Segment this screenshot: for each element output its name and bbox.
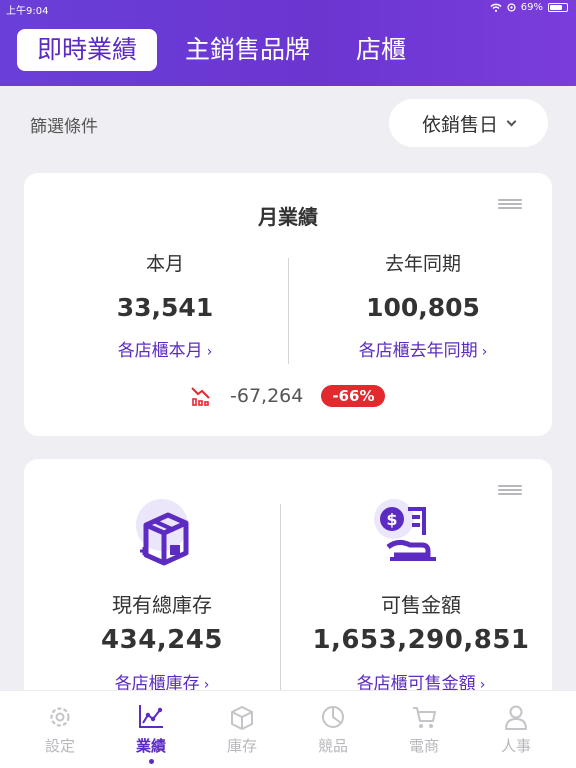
trend-icon — [139, 705, 163, 728]
current-month-link[interactable]: 各店櫃本月 › — [62, 336, 268, 361]
gear-icon — [50, 707, 70, 727]
stock-value: 434,245 — [101, 625, 223, 655]
sellable-amount-label: 可售金額 — [381, 593, 461, 617]
chevron-right-icon: › — [206, 344, 213, 360]
pie-chart-icon — [322, 706, 344, 728]
nav-inventory[interactable]: 庫存 — [196, 703, 288, 756]
svg-text:$: $ — [386, 510, 397, 529]
nav-competitors-label: 競品 — [317, 737, 348, 755]
last-year-link-label: 各店櫃去年同期 — [358, 341, 478, 361]
nav-ecommerce[interactable]: 電商 — [378, 703, 470, 756]
nav-inventory-label: 庫存 — [226, 737, 257, 755]
battery-percent: 69% — [520, 2, 543, 13]
stock-column: 現有總庫存 434,245 各店櫃庫存 › — [44, 589, 280, 694]
difference-row: -67,264 -66% — [190, 385, 386, 407]
monthly-sales-card: 月業績 本月 33,541 各店櫃本月 › 去年同期 100,805 各店櫃去年同… — [24, 173, 552, 436]
current-month-link-label: 各店櫃本月 — [117, 341, 203, 361]
nav-sales-label: 業績 — [135, 737, 166, 755]
stock-label: 現有總庫存 — [112, 593, 212, 617]
filter-label: 篩選條件 — [30, 117, 98, 137]
chevron-down-icon — [506, 116, 517, 126]
last-year-column: 去年同期 100,805 各店櫃去年同期 › — [308, 249, 538, 361]
sellable-amount-money-icon: $ — [374, 499, 436, 561]
person-icon — [505, 705, 527, 730]
inventory-box-icon — [136, 499, 189, 566]
active-indicator-dot — [148, 759, 154, 764]
divider — [288, 258, 289, 364]
sort-dropdown-value: 依銷售日 — [421, 113, 498, 136]
nav-sales[interactable]: 業績 — [105, 703, 197, 764]
current-month-value: 33,541 — [116, 293, 214, 322]
current-month-column: 本月 33,541 各店櫃本月 › — [62, 249, 268, 361]
status-bar: 上午9:04 69% — [0, 0, 576, 17]
tab-counters[interactable]: 店櫃 — [338, 29, 424, 71]
nav-settings-label: 設定 — [44, 737, 75, 755]
status-time: 上午9:04 — [6, 6, 49, 17]
card-title: 月業績 — [258, 205, 318, 229]
battery-icon — [548, 3, 568, 12]
location-lock-icon — [507, 3, 516, 12]
last-year-value: 100,805 — [366, 293, 480, 322]
sort-dropdown[interactable]: 依銷售日 — [389, 99, 548, 147]
status-indicators: 69% — [490, 2, 568, 13]
nav-personnel-label: 人事 — [500, 737, 531, 755]
current-month-label: 本月 — [145, 253, 184, 275]
cart-icon — [413, 707, 436, 728]
top-tabs: 即時業績 主銷售品牌 店櫃 — [17, 29, 424, 71]
chevron-right-icon: › — [481, 344, 488, 360]
bottom-navigation: 設定 業績 庫存 競品 電商 人事 — [0, 690, 576, 768]
nav-settings[interactable]: 設定 — [14, 703, 106, 756]
tab-main-brands[interactable]: 主銷售品牌 — [167, 29, 328, 71]
sellable-amount-value: 1,653,290,851 — [312, 625, 530, 655]
sellable-amount-column: 可售金額 1,653,290,851 各店櫃可售金額 › — [290, 589, 552, 694]
difference-value: -67,264 — [230, 385, 304, 407]
top-header: 上午9:04 69% 即時業績 主銷售品牌 店櫃 — [0, 0, 576, 86]
difference-percent-badge: -66% — [321, 385, 386, 407]
tab-realtime-sales[interactable]: 即時業績 — [17, 29, 158, 71]
box-icon — [231, 706, 253, 730]
nav-ecommerce-label: 電商 — [408, 737, 439, 755]
nav-competitors[interactable]: 競品 — [287, 703, 379, 756]
trend-down-icon — [191, 387, 210, 406]
nav-personnel[interactable]: 人事 — [470, 703, 562, 756]
last-year-label: 去年同期 — [384, 253, 461, 275]
wifi-icon — [490, 3, 502, 12]
drag-handle-icon[interactable] — [498, 485, 522, 495]
last-year-link[interactable]: 各店櫃去年同期 › — [308, 336, 538, 361]
